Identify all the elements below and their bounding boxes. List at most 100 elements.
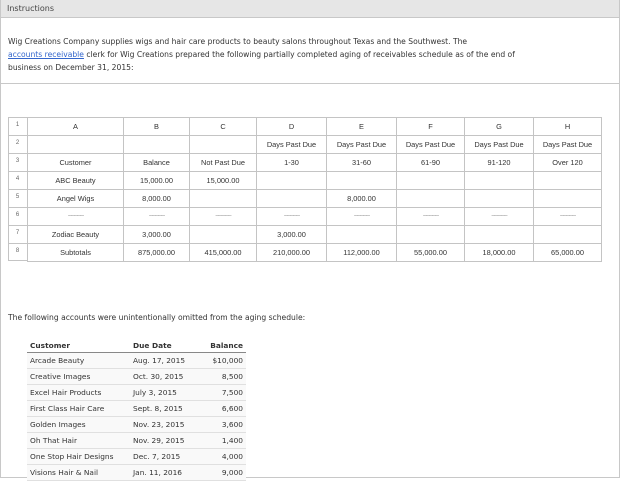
sheet-cell: ~~~~~	[464, 207, 534, 226]
intro-paragraph: Wig Creations Company supplies wigs and …	[8, 35, 608, 74]
sheet-row: ABC Beauty 15,000.00 15,000.00	[27, 171, 602, 190]
omitted-cell: One Stop Hair Designs	[27, 448, 130, 465]
table-row: Arcade Beauty Aug. 17, 2015 $10,000	[27, 352, 246, 369]
sheet-cell: F	[396, 117, 465, 136]
omitted-cell: First Class Hair Care	[27, 400, 130, 417]
omitted-cell: July 3, 2015	[130, 384, 205, 401]
sheet-cell: Zodiac Beauty	[27, 225, 124, 244]
accounts-receivable-link[interactable]: accounts receivable	[8, 50, 84, 59]
omitted-cell: 6,600	[205, 400, 246, 417]
sheet-cell	[189, 189, 257, 208]
sheet-cell	[464, 189, 534, 208]
omitted-cell: Excel Hair Products	[27, 384, 130, 401]
omitted-cell: Jan. 11, 2016	[130, 464, 205, 481]
sheet-cell: 65,000.00	[533, 243, 602, 262]
sheet-cell	[27, 135, 124, 154]
row-number-line	[8, 225, 27, 226]
row-number-line	[8, 171, 27, 172]
sheet-row: Subtotals 875,000.00 415,000.00 210,000.00 1…	[27, 243, 602, 262]
sheet-cell: 210,000.00	[256, 243, 327, 262]
sheet-cell: Over 120	[533, 153, 602, 172]
sheet-cell: C	[189, 117, 257, 136]
sheet-cell: 61-90	[396, 153, 465, 172]
omitted-header-cell: Balance	[205, 338, 246, 353]
sheet-cell	[464, 171, 534, 190]
sheet-cell: H	[533, 117, 602, 136]
sheet-cell: D	[256, 117, 327, 136]
sheet-cell: B	[123, 117, 190, 136]
sheet-cell: 18,000.00	[464, 243, 534, 262]
sheet-cell: ~~~~~	[533, 207, 602, 226]
sheet-cell	[189, 225, 257, 244]
sheet-cell: 112,000.00	[326, 243, 397, 262]
sheet-cell: Days Past Due	[396, 135, 465, 154]
sheet-cell: ~~~~~	[27, 207, 124, 226]
table-row: Visions Hair & Nail Jan. 11, 2016 9,000	[27, 464, 246, 481]
sheet-cell	[533, 189, 602, 208]
table-row: First Class Hair Care Sept. 8, 2015 6,600	[27, 400, 246, 417]
intro-text-3: business on December 31, 2015:	[8, 63, 134, 72]
sheet-cell: 15,000.00	[123, 171, 190, 190]
sheet-cell: 3,000.00	[256, 225, 327, 244]
omitted-cell: 7,500	[205, 384, 246, 401]
omitted-cell: Dec. 7, 2015	[130, 448, 205, 465]
sheet-cell: ~~~~~	[396, 207, 465, 226]
sheet-cell: 875,000.00	[123, 243, 190, 262]
sheet-row: Customer Balance Not Past Due 1-30 31-60 61-9…	[27, 153, 602, 172]
row-number-line	[8, 243, 27, 244]
omitted-cell: Golden Images	[27, 416, 130, 433]
row-number-line	[8, 135, 27, 136]
sheet-cell: 1-30	[256, 153, 327, 172]
sheet-row: ~~~~~ ~~~~~ ~~~~~ ~~~~~ ~~~~~ ~~~~~ ~~~~~ ~~~~~	[27, 207, 602, 226]
sheet-row: Zodiac Beauty 3,000.00 3,000.00	[27, 225, 602, 244]
row-number-line	[8, 189, 27, 190]
omitted-cell: Nov. 23, 2015	[130, 416, 205, 433]
sheet-cell: Not Past Due	[189, 153, 257, 172]
intro-text-2: clerk for Wig Creations prepared the fol…	[83, 50, 515, 59]
table-row: Creative Images Oct. 30, 2015 8,500	[27, 368, 246, 385]
omitted-header-cell: Due Date	[130, 338, 205, 353]
sheet-cell: Days Past Due	[256, 135, 327, 154]
instructions-tab[interactable]: Instructions	[0, 0, 620, 18]
sheet-row: ABCDEFGH	[27, 117, 602, 136]
sheet-cell	[396, 189, 465, 208]
sheet-row: Angel Wigs 8,000.00 8,000.00	[27, 189, 602, 208]
sheet-cell: ~~~~~	[189, 207, 257, 226]
sheet-cell: 15,000.00	[189, 171, 257, 190]
sheet-cell: ~~~~~	[256, 207, 327, 226]
sheet-cell: Days Past Due	[533, 135, 602, 154]
omitted-cell: 8,500	[205, 368, 246, 385]
table-row: Oh That Hair Nov. 29, 2015 1,400	[27, 432, 246, 449]
tab-title: Instructions	[7, 4, 54, 13]
divider	[0, 83, 620, 84]
omitted-intro-text: The following accounts were unintentiona…	[8, 313, 306, 322]
sheet-cell	[326, 225, 397, 244]
omitted-cell: 3,600	[205, 416, 246, 433]
omitted-cell: Sept. 8, 2015	[130, 400, 205, 417]
omitted-header-cell: Customer	[27, 338, 130, 353]
row-number-line	[8, 153, 27, 154]
sheet-cell	[533, 171, 602, 190]
intro-text-1: Wig Creations Company supplies wigs and …	[8, 37, 468, 46]
sheet-cell: 3,000.00	[123, 225, 190, 244]
sheet-cell: Days Past Due	[326, 135, 397, 154]
omitted-cell: Oh That Hair	[27, 432, 130, 449]
sheet-cell	[533, 225, 602, 244]
sheet-cell	[464, 225, 534, 244]
sheet-cell	[256, 171, 327, 190]
sheet-cell: 91-120	[464, 153, 534, 172]
omitted-accounts-table: Customer Due Date Balance Arcade Beauty Aug.…	[27, 338, 246, 481]
sheet-cell: Subtotals	[27, 243, 124, 262]
sheet-cell: Angel Wigs	[27, 189, 124, 208]
table-row: Excel Hair Products July 3, 2015 7,500	[27, 384, 246, 401]
row-number-line	[8, 207, 27, 208]
omitted-cell: Nov. 29, 2015	[130, 432, 205, 449]
omitted-cell: 9,000	[205, 464, 246, 481]
omitted-cell: Aug. 17, 2015	[130, 352, 205, 369]
sheet-cell: A	[27, 117, 124, 136]
sheet-cell: ~~~~~	[326, 207, 397, 226]
omitted-cell: Visions Hair & Nail	[27, 464, 130, 481]
sheet-cell: 31-60	[326, 153, 397, 172]
sheet-cell	[256, 189, 327, 208]
sheet-cell: 55,000.00	[396, 243, 465, 262]
